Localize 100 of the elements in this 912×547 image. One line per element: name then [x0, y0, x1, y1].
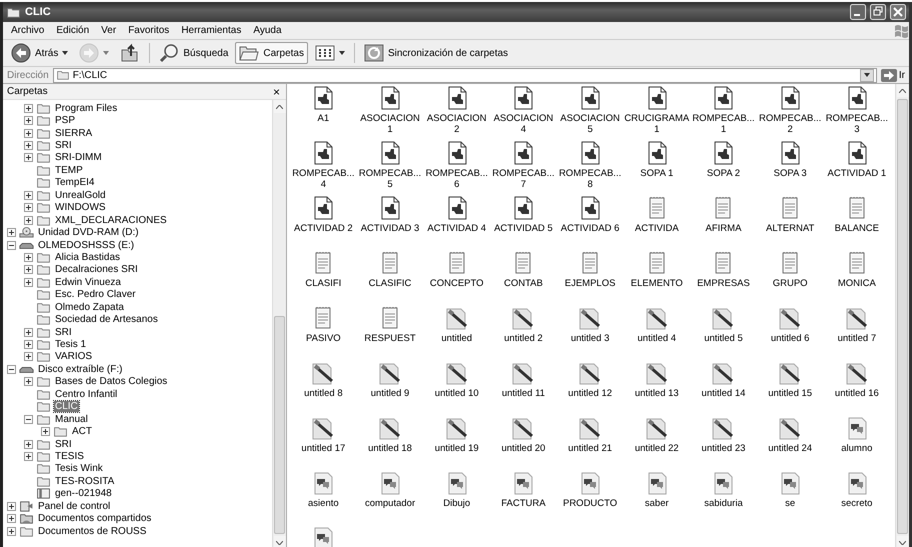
file-name[interactable]: alumno: [841, 443, 872, 454]
folder-tree-item[interactable]: PSP: [54, 115, 76, 126]
collapse-icon[interactable]: [24, 414, 33, 424]
folder-tree-item[interactable]: Bases de Datos Colegios: [54, 376, 168, 388]
file-name[interactable]: untitled 2: [504, 333, 543, 344]
folder-tree-item[interactable]: Documentos compartidos: [37, 513, 152, 524]
folder-tree-item[interactable]: TES-ROSITA: [54, 476, 116, 487]
file-name[interactable]: ACTIVIDA: [634, 223, 679, 234]
address-field[interactable]: F:\CLIC: [52, 68, 877, 82]
file-name[interactable]: ASOCIACION 4: [494, 113, 554, 135]
file-name[interactable]: A1: [318, 113, 330, 124]
file-name[interactable]: untitled 6: [770, 333, 810, 344]
expand-icon[interactable]: [24, 190, 33, 200]
search-button[interactable]: Búsqueda: [155, 42, 232, 64]
folder-tree-item[interactable]: TEMP: [54, 164, 84, 176]
file-name[interactable]: untitled 22: [634, 443, 679, 454]
file-name[interactable]: PRODUCTO: [562, 498, 618, 509]
file-name[interactable]: secreto: [841, 498, 872, 509]
folder-tree-item[interactable]: OLMEDOSHSSS (E:): [37, 240, 136, 251]
file-name[interactable]: untitled: [441, 333, 472, 344]
file-name[interactable]: ROMPECAB... 2: [759, 113, 822, 135]
folder-tree-item[interactable]: Esc. Pedro Claver: [54, 289, 137, 300]
file-name[interactable]: untitled 8: [304, 388, 343, 399]
file-name[interactable]: MONICA: [838, 278, 876, 289]
scroll-down-icon[interactable]: [899, 540, 906, 544]
file-name[interactable]: CONCEPTO: [430, 278, 484, 289]
file-name[interactable]: BALANCE: [834, 223, 880, 234]
file-name[interactable]: asiento: [308, 498, 339, 509]
file-name[interactable]: untitled 16: [834, 388, 879, 399]
close-button[interactable]: [890, 4, 906, 20]
file-name[interactable]: CONTAB: [504, 278, 543, 289]
file-name[interactable]: untitled 19: [434, 443, 479, 454]
menu-item[interactable]: Favoritos: [122, 25, 176, 36]
folder-tree-item[interactable]: Documentos de ROUSS: [37, 526, 148, 537]
file-name[interactable]: untitled 15: [768, 388, 812, 399]
file-name[interactable]: sabiduria: [704, 498, 743, 509]
file-name[interactable]: ELEMENTO: [630, 278, 683, 289]
go-button[interactable]: Ir: [880, 68, 905, 82]
file-name[interactable]: SOPA 2: [706, 168, 740, 179]
expand-icon[interactable]: [41, 427, 50, 436]
expand-icon[interactable]: [24, 278, 33, 287]
file-name[interactable]: untitled 14: [702, 388, 746, 399]
scroll-down-icon[interactable]: [276, 540, 283, 544]
folder-tree-item[interactable]: Alicia Bastidas: [54, 252, 122, 263]
file-name[interactable]: ACTIVIDAD 2: [294, 223, 353, 234]
folder-tree-item[interactable]: SRI: [54, 326, 73, 338]
expand-icon[interactable]: [24, 104, 33, 113]
folder-tree-item[interactable]: VARIOS: [54, 351, 94, 362]
scroll-up-icon[interactable]: [276, 104, 283, 108]
file-name[interactable]: untitled 11: [502, 388, 545, 399]
expand-icon[interactable]: [7, 514, 16, 524]
file-name[interactable]: untitled 12: [568, 388, 612, 399]
back-button[interactable]: Atrás: [7, 42, 72, 64]
folder-tree-item[interactable]: Tesis 1: [54, 339, 88, 350]
expand-icon[interactable]: [24, 128, 33, 138]
expand-icon[interactable]: [24, 216, 33, 225]
file-name[interactable]: SOPA 1: [640, 168, 674, 179]
file-name[interactable]: computador: [364, 498, 416, 509]
file-name[interactable]: ROMPECAB... 1: [692, 113, 755, 135]
file-name[interactable]: untitled 7: [838, 333, 876, 344]
file-name[interactable]: CRUCIGRAMA 1: [624, 113, 690, 135]
file-name[interactable]: CLASIFIC: [368, 278, 412, 289]
expand-icon[interactable]: [24, 452, 33, 461]
scrollbar[interactable]: [272, 100, 286, 547]
file-name[interactable]: ACTIVIDAD 1: [828, 168, 886, 179]
file-name[interactable]: CLASIFI: [305, 278, 342, 289]
folder-tree-item[interactable]: UnrealGold: [54, 190, 107, 201]
folder-tree-item[interactable]: TESIS: [54, 450, 85, 462]
file-name[interactable]: untitled 23: [702, 443, 746, 454]
folder-tree-item[interactable]: Centro Infantil: [54, 388, 118, 400]
file-name[interactable]: EMPRESAS: [697, 278, 750, 289]
file-name[interactable]: EJEMPLOS: [564, 278, 616, 289]
expand-icon[interactable]: [24, 340, 33, 350]
menu-item[interactable]: Archivo: [5, 25, 50, 36]
file-name[interactable]: untitled 20: [501, 443, 546, 454]
menu-item[interactable]: Ayuda: [247, 25, 288, 36]
folder-tree-item[interactable]: TempEI4: [54, 177, 96, 188]
file-name[interactable]: ACTIVIDAD 4: [427, 223, 486, 234]
file-name[interactable]: ROMPECAB... 4: [292, 168, 354, 190]
folder-tree-item[interactable]: ACT: [71, 426, 93, 438]
expand-icon[interactable]: [24, 141, 33, 150]
file-name[interactable]: ASOCIACION 5: [560, 113, 620, 135]
folder-tree-item[interactable]: gen--021948: [54, 488, 113, 500]
menu-item[interactable]: Herramientas: [175, 25, 248, 36]
expand-icon[interactable]: [7, 526, 16, 536]
file-name[interactable]: ACTIVIDAD 6: [560, 223, 620, 234]
file-name[interactable]: PASIVO: [306, 333, 341, 344]
folder-tree-item[interactable]: Panel de control: [37, 500, 112, 512]
expand-icon[interactable]: [24, 328, 33, 337]
expand-icon[interactable]: [24, 116, 33, 126]
restore-button[interactable]: [870, 4, 886, 20]
folder-tree-item[interactable]: XML_DECLARACIONES: [54, 214, 168, 226]
file-name[interactable]: RESPUEST: [364, 333, 416, 344]
file-name[interactable]: ASOCIACION 1: [360, 113, 420, 135]
file-name[interactable]: untitled 3: [570, 333, 610, 344]
file-name[interactable]: Dibujo: [443, 498, 470, 509]
folder-tree-item[interactable]: Program Files: [54, 102, 118, 114]
file-name[interactable]: AFIRMA: [706, 223, 742, 234]
folder-tree-item[interactable]: Edwin Vinueza: [54, 276, 122, 288]
expand-icon[interactable]: [24, 252, 33, 262]
